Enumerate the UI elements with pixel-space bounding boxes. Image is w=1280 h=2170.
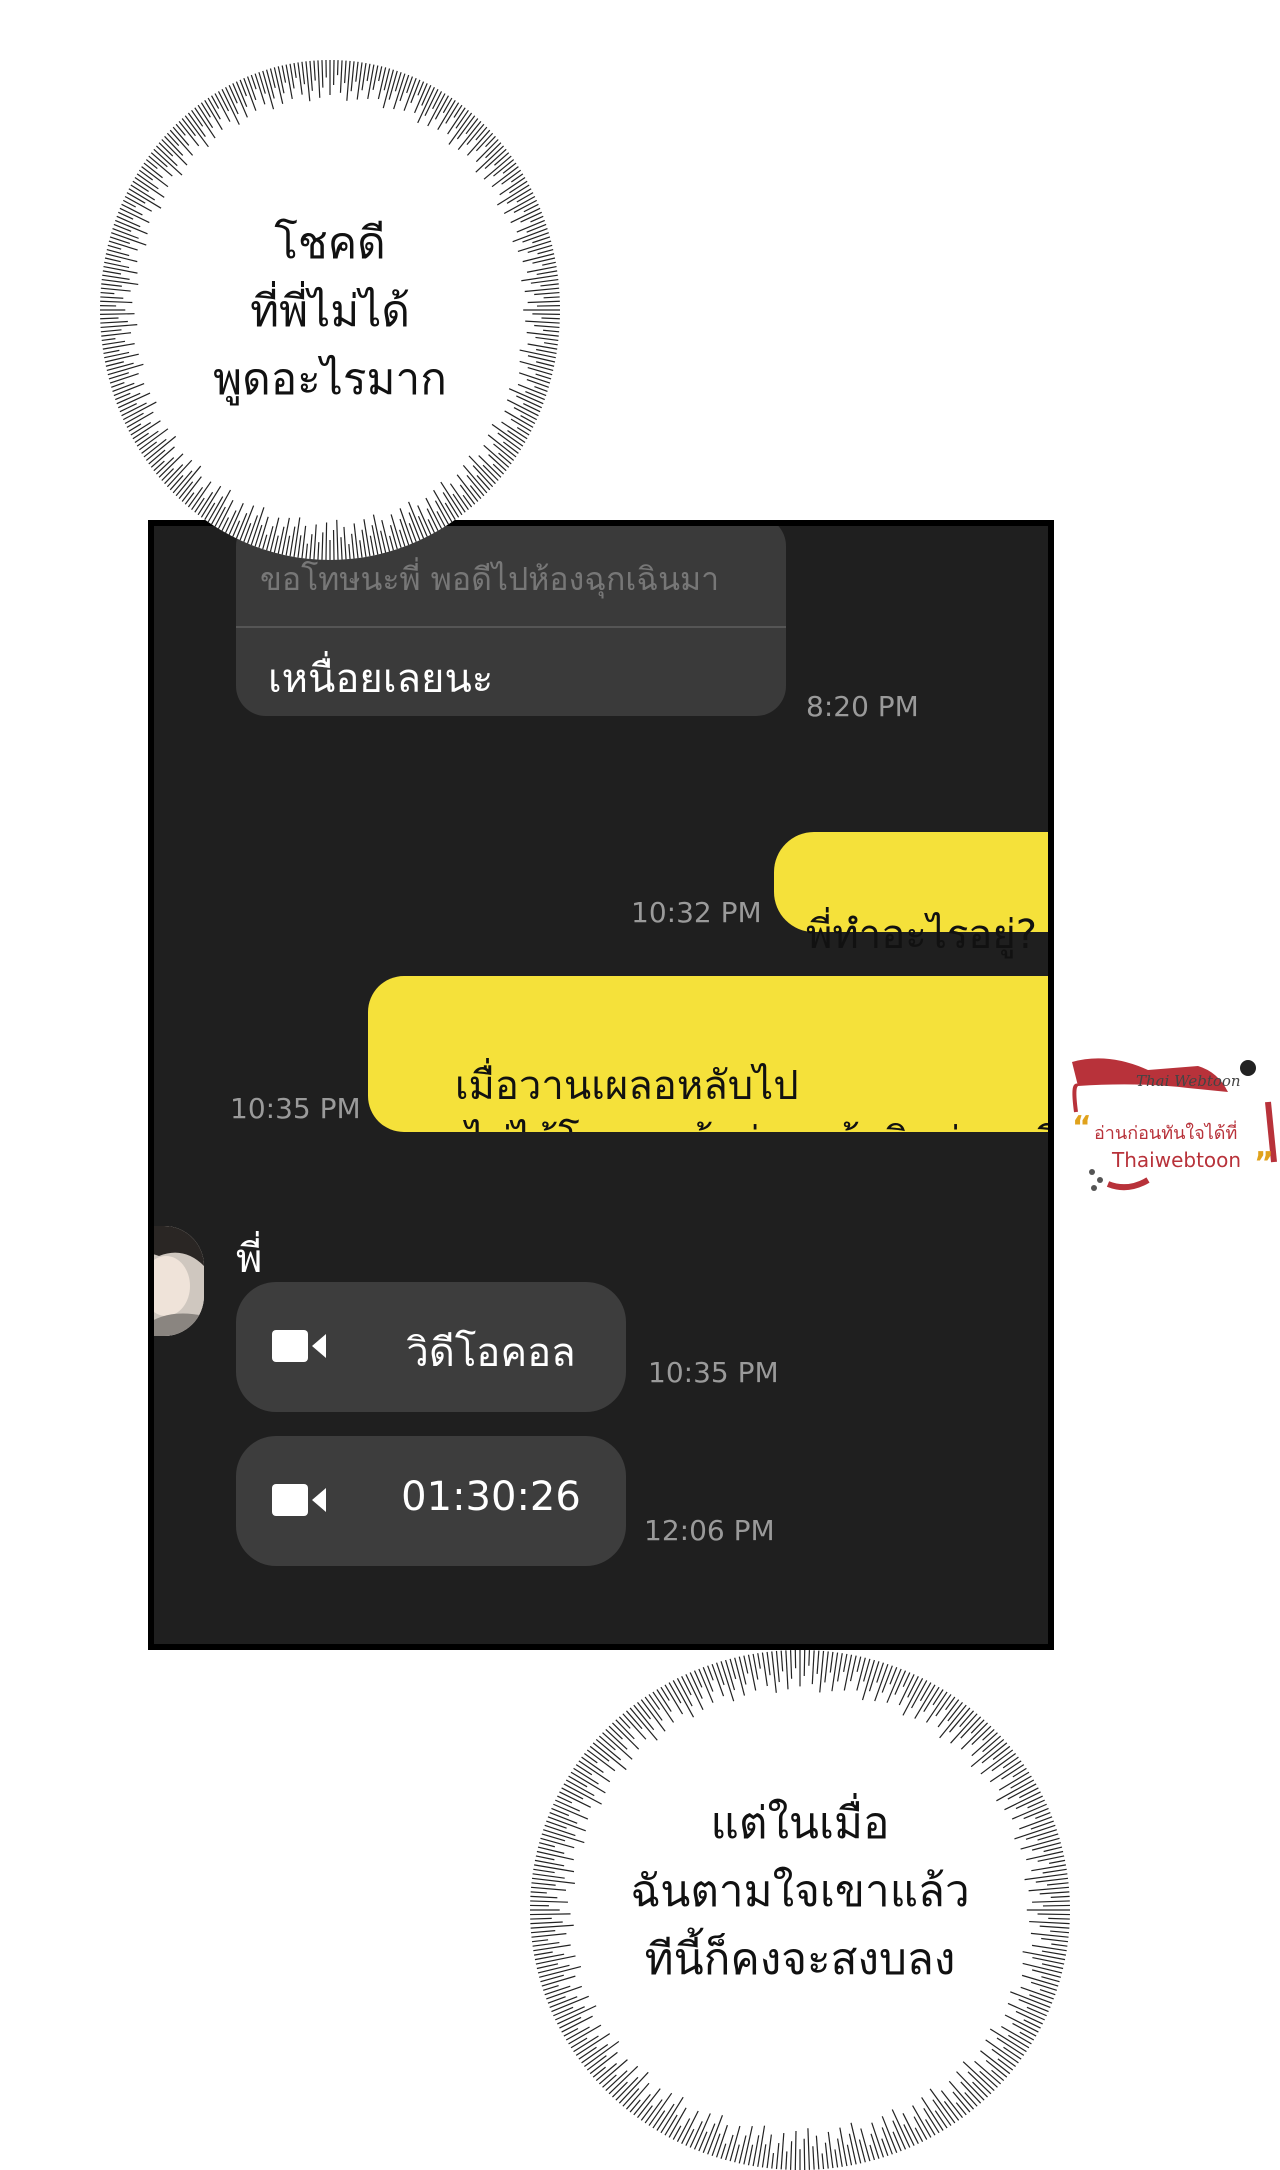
sender-name: พี่ xyxy=(236,1226,262,1290)
video-call-2-time: 12:06 PM xyxy=(644,1514,775,1547)
reply-timestamp: 8:20 PM xyxy=(806,690,919,723)
quote-divider xyxy=(236,626,786,628)
thaiwebtoon-watermark: Thai Webtoon อ่านก่อนทันใจได้ที่ Thaiweb… xyxy=(1068,1052,1280,1222)
chat-screen: ขอโทษนะพี่ พอดีไปห้องฉุกเฉินมา เหนื่อยเล… xyxy=(148,520,1054,1650)
video-camera-icon xyxy=(272,1482,328,1518)
outgoing-message-1[interactable]: พี่ทำอะไรอยู่? xyxy=(774,832,1054,932)
thought-bubble-top: โชคดี ที่พี่ไม่ได้ พูดอะไรมาก xyxy=(100,60,560,560)
video-call-label: วิดีโอคอล xyxy=(376,1320,606,1384)
watermark-logo-text: Thai Webtoon xyxy=(1136,1072,1241,1090)
sender-avatar[interactable] xyxy=(148,1226,204,1336)
call-duration: 01:30:26 xyxy=(376,1474,606,1520)
watermark-line-2: Thaiwebtoon xyxy=(1112,1148,1241,1172)
avatar-portrait xyxy=(148,1226,204,1336)
reply-message-text: เหนื่อยเลยนะ xyxy=(268,646,493,710)
quoted-message: ขอโทษนะพี่ พอดีไปห้องฉุกเฉินมา xyxy=(260,554,762,605)
outgoing-message-1-text: พี่ทำอะไรอยู่? xyxy=(806,912,1037,958)
quote-close-icon: ” xyxy=(1254,1146,1274,1181)
video-camera-icon xyxy=(272,1328,328,1364)
video-call-bubble-2[interactable]: 01:30:26 xyxy=(236,1436,626,1566)
quote-open-icon: “ xyxy=(1072,1110,1092,1145)
thought-text-top: โชคดี ที่พี่ไม่ได้ พูดอะไรมาก xyxy=(100,210,560,414)
video-call-1-time: 10:35 PM xyxy=(648,1356,779,1389)
outgoing-message-2-text: เมื่อวานเผลอหลับไป เลยไม่ได้โทรหา ถ้าอ่า… xyxy=(404,1063,1054,1132)
outgoing-message-2-time: 10:35 PM xyxy=(230,1092,361,1125)
thought-bubble-bottom: แต่ในเมื่อ ฉันตามใจเขาแล้ว ทีนี้ก็คงจะสง… xyxy=(530,1650,1070,2170)
video-call-bubble-1[interactable]: วิดีโอคอล xyxy=(236,1282,626,1412)
outgoing-message-1-time: 10:32 PM xyxy=(631,896,762,929)
outgoing-message-2[interactable]: เมื่อวานเผลอหลับไป เลยไม่ได้โทรหา ถ้าอ่า… xyxy=(368,976,1054,1132)
watermark-line-1: อ่านก่อนทันใจได้ที่ xyxy=(1094,1118,1237,1147)
thought-text-bottom: แต่ในเมื่อ ฉันตามใจเขาแล้ว ทีนี้ก็คงจะสง… xyxy=(530,1790,1070,1994)
